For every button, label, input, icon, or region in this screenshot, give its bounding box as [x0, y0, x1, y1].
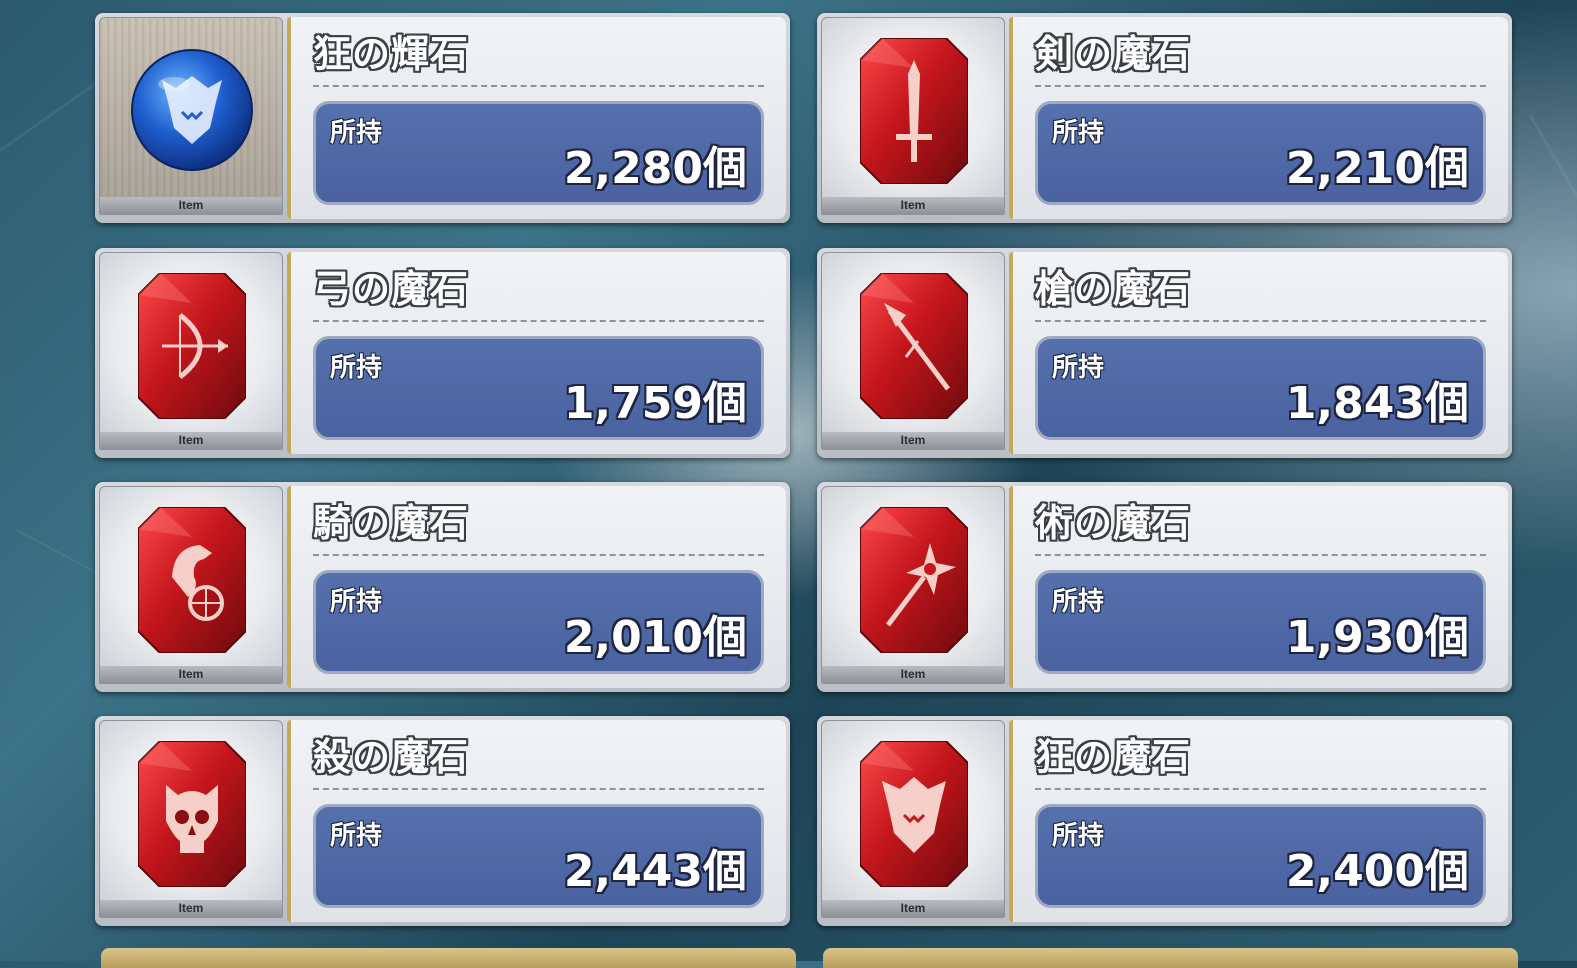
divider	[313, 85, 764, 87]
divider	[313, 554, 764, 556]
item-name: 槍の魔石	[1035, 267, 1192, 311]
owned-count: 1,930個	[1285, 612, 1469, 663]
item-info-panel: 術の魔石 所持 1,930個	[1009, 486, 1508, 688]
thumbnail-label: Item	[822, 666, 1004, 683]
thumbnail-label: Item	[100, 197, 282, 214]
item-info-panel: 狂の輝石 所持 2,280個	[287, 17, 786, 219]
item-thumbnail: Item	[821, 720, 1005, 918]
item-name: 騎の魔石	[313, 501, 470, 545]
thumbnail-label: Item	[100, 432, 282, 449]
divider	[1035, 85, 1486, 87]
owned-count: 2,443個	[563, 846, 747, 897]
owned-label: 所持	[1052, 821, 1105, 851]
owned-count: 1,843個	[1285, 378, 1469, 429]
item-thumbnail: Item	[821, 252, 1005, 450]
item-card[interactable]: Item 狂の輝石 所持 2,280個	[95, 13, 790, 223]
archer-bow-gem-icon	[138, 273, 246, 419]
assassin-skull-gem-icon	[138, 741, 246, 887]
divider	[313, 320, 764, 322]
owned-count-panel: 所持 2,400個	[1035, 804, 1486, 908]
item-name: 狂の魔石	[1035, 735, 1192, 779]
item-card[interactable]: Item 殺の魔石 所持 2,443個	[95, 716, 790, 926]
item-thumbnail: Item	[821, 486, 1005, 684]
owned-label: 所持	[330, 821, 383, 851]
owned-label: 所持	[330, 353, 383, 383]
owned-count-panel: 所持 2,210個	[1035, 101, 1486, 205]
owned-count-panel: 所持 2,443個	[313, 804, 764, 908]
item-name: 術の魔石	[1035, 501, 1192, 545]
owned-count-panel: 所持 2,010個	[313, 570, 764, 674]
owned-count-panel: 所持 1,930個	[1035, 570, 1486, 674]
owned-label: 所持	[1052, 118, 1105, 148]
item-info-panel: 槍の魔石 所持 1,843個	[1009, 252, 1508, 454]
item-name: 狂の輝石	[313, 32, 470, 76]
item-thumbnail: Item	[99, 17, 283, 215]
next-item-card-edge[interactable]	[101, 948, 796, 968]
divider	[313, 788, 764, 790]
thumbnail-label: Item	[822, 197, 1004, 214]
item-card[interactable]: Item 術の魔石 所持 1,930個	[817, 482, 1512, 692]
item-card[interactable]: Item 剣の魔石 所持 2,210個	[817, 13, 1512, 223]
owned-count-panel: 所持 1,843個	[1035, 336, 1486, 440]
owned-count: 1,759個	[563, 378, 747, 429]
owned-count-panel: 所持 1,759個	[313, 336, 764, 440]
item-thumbnail: Item	[99, 486, 283, 684]
owned-label: 所持	[330, 587, 383, 617]
saber-sword-gem-icon	[860, 38, 968, 184]
item-name: 殺の魔石	[313, 735, 470, 779]
berserker-dragon-gem-icon	[860, 741, 968, 887]
thumbnail-label: Item	[822, 900, 1004, 917]
item-thumbnail: Item	[821, 17, 1005, 215]
item-info-panel: 狂の魔石 所持 2,400個	[1009, 720, 1508, 922]
thumbnail-label: Item	[100, 666, 282, 683]
item-name: 剣の魔石	[1035, 32, 1192, 76]
background-shard	[1528, 114, 1577, 289]
owned-label: 所持	[1052, 353, 1105, 383]
item-card[interactable]: Item 騎の魔石 所持 2,010個	[95, 482, 790, 692]
item-info-panel: 騎の魔石 所持 2,010個	[287, 486, 786, 688]
owned-count: 2,400個	[1285, 846, 1469, 897]
item-name: 弓の魔石	[313, 267, 470, 311]
item-thumbnail: Item	[99, 720, 283, 918]
owned-label: 所持	[1052, 587, 1105, 617]
owned-count: 2,210個	[1285, 143, 1469, 194]
divider	[1035, 554, 1486, 556]
item-info-panel: 剣の魔石 所持 2,210個	[1009, 17, 1508, 219]
item-card[interactable]: Item 槍の魔石 所持 1,843個	[817, 248, 1512, 458]
divider	[1035, 320, 1486, 322]
caster-staff-gem-icon	[860, 507, 968, 653]
item-info-panel: 弓の魔石 所持 1,759個	[287, 252, 786, 454]
owned-count: 2,010個	[563, 612, 747, 663]
next-item-card-edge[interactable]	[823, 948, 1518, 968]
item-info-panel: 殺の魔石 所持 2,443個	[287, 720, 786, 922]
owned-label: 所持	[330, 118, 383, 148]
divider	[1035, 788, 1486, 790]
lancer-spear-gem-icon	[860, 273, 968, 419]
berserker-dragon-orb-icon	[131, 49, 253, 171]
rider-horse-gem-icon	[138, 507, 246, 653]
item-card[interactable]: Item 弓の魔石 所持 1,759個	[95, 248, 790, 458]
item-card[interactable]: Item 狂の魔石 所持 2,400個	[817, 716, 1512, 926]
item-thumbnail: Item	[99, 252, 283, 450]
thumbnail-label: Item	[100, 900, 282, 917]
thumbnail-label: Item	[822, 432, 1004, 449]
owned-count-panel: 所持 2,280個	[313, 101, 764, 205]
owned-count: 2,280個	[563, 143, 747, 194]
